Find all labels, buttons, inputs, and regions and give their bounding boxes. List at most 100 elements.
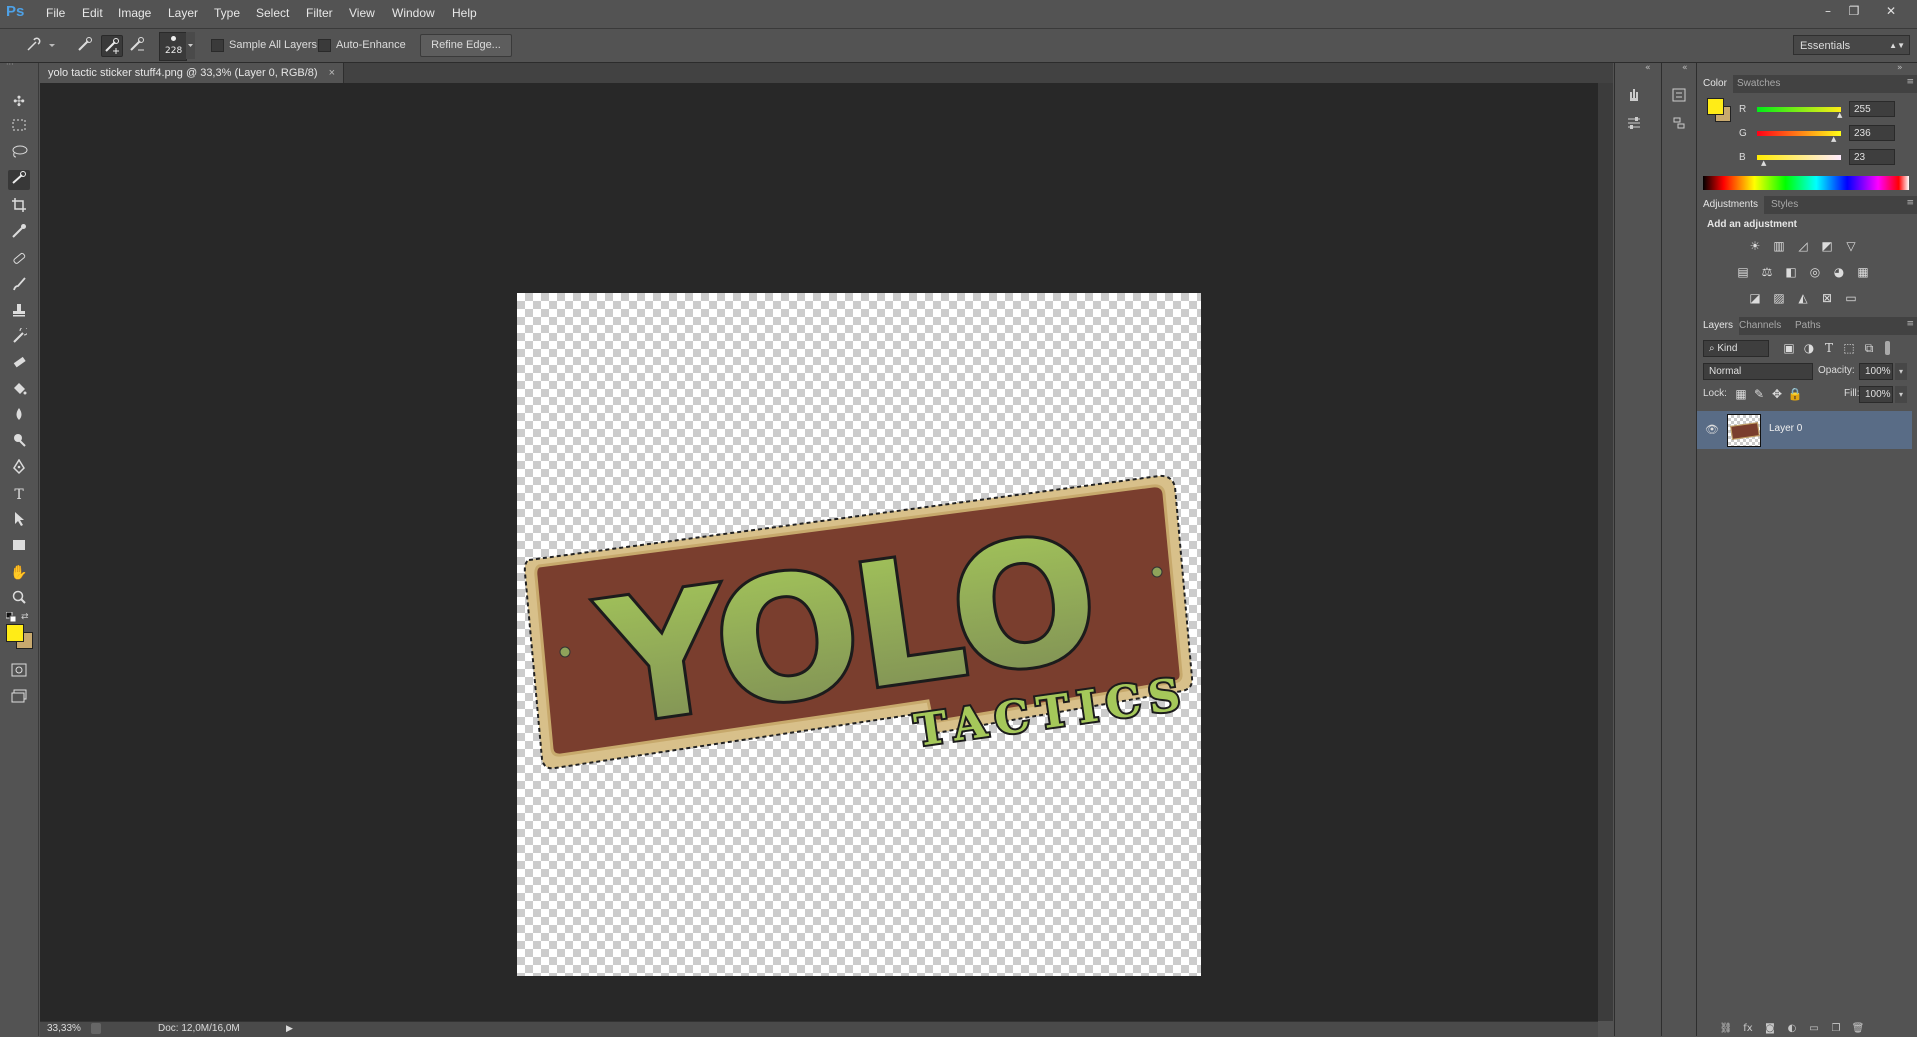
photo-filter-icon[interactable]: ◎ (1807, 265, 1823, 279)
document-canvas[interactable]: YOLO TACTICS (517, 293, 1201, 976)
channel-mixer-icon[interactable]: ◕ (1831, 265, 1847, 279)
restore-button[interactable]: ❐ (1843, 2, 1865, 20)
menu-view[interactable]: View (349, 6, 375, 20)
collapse-dock-icon[interactable]: « (1645, 63, 1651, 73)
opacity-dropdown-icon[interactable]: ▾ (1895, 363, 1907, 380)
menu-help[interactable]: Help (452, 6, 477, 20)
menu-layer[interactable]: Layer (168, 6, 198, 20)
green-slider-handle-icon[interactable]: ▲ (1831, 135, 1836, 143)
tab-paths[interactable]: Paths (1789, 317, 1827, 335)
lock-transparent-icon[interactable]: ▦ (1733, 387, 1749, 401)
layer-thumbnail[interactable] (1727, 414, 1761, 447)
delete-layer-icon[interactable]: 🗑 (1851, 1023, 1865, 1035)
red-slider-handle-icon[interactable]: ▲ (1837, 111, 1842, 119)
lock-image-icon[interactable]: ✎ (1751, 387, 1767, 401)
collapse-dock-2-icon[interactable]: « (1682, 63, 1688, 73)
rectangle-tool-icon[interactable] (8, 537, 30, 557)
posterize-icon[interactable]: ▨ (1771, 291, 1787, 305)
auto-enhance-checkbox[interactable] (318, 39, 331, 52)
new-group-icon[interactable]: ▭ (1807, 1023, 1821, 1035)
color-balance-icon[interactable]: ⚖ (1759, 265, 1775, 279)
add-mask-icon[interactable]: ◙ (1763, 1023, 1777, 1035)
move-tool-icon[interactable]: ✣ (8, 92, 30, 112)
layer-style-icon[interactable]: fx (1741, 1023, 1755, 1035)
tab-channels[interactable]: Channels (1733, 317, 1787, 335)
green-channel-slider[interactable] (1757, 131, 1841, 136)
brightness-contrast-icon[interactable]: ☀ (1747, 239, 1763, 253)
new-layer-icon[interactable]: ❐ (1829, 1023, 1843, 1035)
blend-mode-select[interactable]: Normal (1703, 363, 1813, 380)
color-panel-menu-icon[interactable]: ≡ (1906, 77, 1914, 87)
close-window-button[interactable]: ✕ (1880, 2, 1902, 20)
levels-icon[interactable]: ▥ (1771, 239, 1787, 253)
collapse-panels-icon[interactable]: » (1897, 63, 1903, 73)
link-layers-icon[interactable]: ⛓ (1719, 1023, 1733, 1035)
minimize-button[interactable]: – (1817, 2, 1839, 20)
zoom-tool-icon[interactable] (8, 589, 30, 609)
workspace-select[interactable]: Essentials ▲▼ (1793, 35, 1910, 55)
clone-stamp-tool-icon[interactable] (8, 302, 30, 322)
layer-row[interactable]: 👁 Layer 0 (1697, 411, 1912, 449)
tab-adjustments[interactable]: Adjustments (1697, 196, 1765, 214)
menu-window[interactable]: Window (392, 6, 435, 20)
menu-select[interactable]: Select (256, 6, 289, 20)
layer-name[interactable]: Layer 0 (1769, 423, 1802, 434)
filter-adjustment-icon[interactable]: ◑ (1801, 341, 1817, 355)
menu-file[interactable]: File (46, 6, 65, 20)
tab-swatches[interactable]: Swatches (1731, 75, 1786, 93)
tool-preset-picker[interactable] (22, 35, 56, 55)
marquee-tool-icon[interactable] (8, 118, 30, 138)
selective-color-icon[interactable]: ⊠ (1819, 291, 1835, 305)
brush-size-picker[interactable]: 228 (159, 32, 187, 61)
filter-shape-icon[interactable]: ⬚ (1841, 341, 1857, 355)
brush-dropdown-arrow[interactable] (186, 32, 195, 59)
swap-colors-icon[interactable]: ⇄ (21, 612, 31, 622)
blur-tool-icon[interactable] (8, 406, 30, 426)
eraser-tool-icon[interactable] (8, 354, 30, 374)
red-channel-value[interactable]: 255 (1849, 101, 1895, 117)
layer-visibility-eye-icon[interactable]: 👁 (1705, 423, 1719, 436)
threshold-icon[interactable]: ◭ (1795, 291, 1811, 305)
new-adjustment-layer-icon[interactable]: ◐ (1785, 1023, 1799, 1035)
blue-slider-handle-icon[interactable]: ▲ (1761, 159, 1766, 167)
sample-all-layers-checkbox[interactable] (211, 39, 224, 52)
exposure-icon[interactable]: ◩ (1819, 239, 1835, 253)
filter-toggle-switch[interactable] (1885, 341, 1890, 355)
color-spectrum-bar[interactable] (1703, 176, 1909, 190)
dodge-tool-icon[interactable] (8, 432, 30, 452)
blue-channel-value[interactable]: 23 (1849, 149, 1895, 165)
toolbar-grip[interactable]: ··· (6, 61, 32, 69)
pen-tool-icon[interactable] (8, 458, 30, 479)
vertical-scrollbar[interactable] (1598, 83, 1613, 1021)
menu-image[interactable]: Image (118, 6, 151, 20)
type-tool-icon[interactable]: T (8, 485, 30, 505)
status-menu-arrow-icon[interactable]: ▶ (286, 1023, 293, 1034)
menu-edit[interactable]: Edit (82, 6, 103, 20)
crop-tool-icon[interactable] (8, 197, 30, 217)
lock-position-icon[interactable]: ✥ (1769, 387, 1785, 401)
refine-edge-button[interactable]: Refine Edge... (420, 34, 512, 57)
brush-tool-icon[interactable] (8, 276, 30, 296)
gradient-map-icon[interactable]: ▭ (1843, 291, 1859, 305)
tab-styles[interactable]: Styles (1765, 196, 1804, 214)
lasso-tool-icon[interactable] (8, 144, 30, 164)
subtract-from-selection-button[interactable] (127, 35, 147, 55)
paint-bucket-tool-icon[interactable] (8, 380, 30, 400)
menu-type[interactable]: Type (214, 6, 240, 20)
red-channel-slider[interactable] (1757, 107, 1841, 112)
blue-channel-slider[interactable] (1757, 155, 1841, 160)
layer-filter-kind-select[interactable]: ⌕ Kind (1703, 340, 1769, 357)
new-selection-mode-button[interactable] (75, 35, 95, 55)
hand-tool-icon[interactable]: ✋ (8, 563, 30, 583)
quick-mask-icon[interactable] (8, 663, 30, 683)
green-channel-value[interactable]: 236 (1849, 125, 1895, 141)
fill-input[interactable]: 100% (1859, 386, 1893, 403)
screen-mode-icon[interactable] (8, 689, 30, 709)
eyedropper-tool-icon[interactable] (8, 223, 30, 243)
foreground-color-swatch[interactable] (6, 624, 24, 642)
hue-saturation-icon[interactable]: ▤ (1735, 265, 1751, 279)
curves-icon[interactable]: ◿ (1795, 239, 1811, 253)
zoom-level[interactable]: 33,33% (47, 1023, 81, 1034)
menu-filter[interactable]: Filter (306, 6, 333, 20)
layers-panel-menu-icon[interactable]: ≡ (1906, 319, 1914, 329)
